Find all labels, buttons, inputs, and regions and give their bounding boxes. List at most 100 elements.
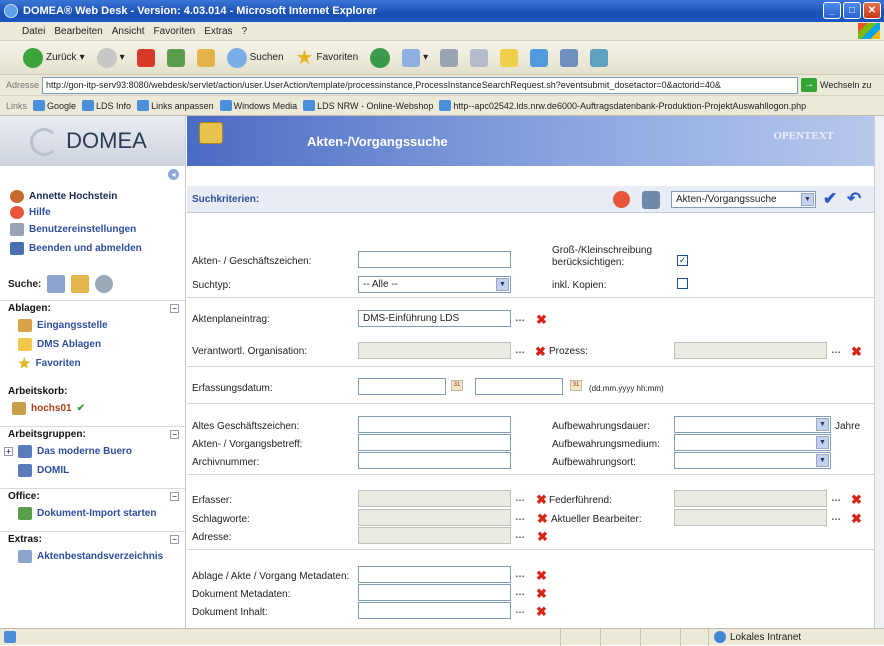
aktenzeichen-input[interactable] [358,251,511,268]
sidebar-item-eingangsstelle[interactable]: Eingangsstelle [0,316,185,335]
messenger-button[interactable] [527,46,551,70]
federfuehrend-clear-icon[interactable]: ✖ [851,493,862,506]
expand-icon[interactable]: + [4,447,13,456]
logout-link[interactable]: Beenden und abmelden [0,239,185,258]
aktenplan-browse-button[interactable]: … [515,313,525,324]
prozess-browse-button[interactable]: … [831,345,841,356]
link-auftragsdatenbank[interactable]: http--apc02542.lds.nrw.de6000-Auftragsda… [439,100,806,111]
search-settings-icon[interactable] [642,191,660,209]
favorites-button[interactable]: ★ Favoriten [293,46,362,70]
link-links-anpassen[interactable]: Links anpassen [137,100,214,111]
betreff-input[interactable] [358,434,511,451]
sidebar-item-dokument-import[interactable]: Dokument-Import starten [0,504,185,523]
sidebar-item-hochs01[interactable]: hochs01 ✔ [0,399,185,418]
aufbewahrungsmedium-select[interactable]: ▼ [674,434,831,451]
adresse-browse-button[interactable]: … [515,530,525,541]
link-windows-media[interactable]: Windows Media [219,100,297,111]
altes-geschaeftszeichen-input[interactable] [358,416,511,433]
close-button[interactable]: ✕ [863,2,881,19]
research-button[interactable] [557,46,581,70]
erfasser-input[interactable] [358,490,511,507]
sidebar-item-das-moderne-buero[interactable]: + Das moderne Buero [0,442,185,461]
mail-button[interactable]: ▾ [399,46,431,70]
erfasser-clear-icon[interactable]: ✖ [536,493,547,506]
user-settings-link[interactable]: Benutzereinstellungen [0,220,185,239]
collapse-icon[interactable]: − [170,430,179,439]
search-folder-icon[interactable] [71,275,90,293]
ablage-metadaten-clear-icon[interactable]: ✖ [536,569,547,582]
collapse-icon[interactable]: − [170,535,179,544]
search-advanced-icon[interactable] [95,275,114,293]
help-link[interactable]: Hilfe [0,204,185,220]
organisation-input[interactable] [358,342,511,359]
collapse-sidebar-icon[interactable]: ◂ [168,169,179,180]
erfasser-browse-button[interactable]: … [515,493,525,504]
adresse-clear-icon[interactable]: ✖ [537,530,548,543]
link-lds-info[interactable]: LDS Info [82,100,131,111]
archivnummer-input[interactable] [358,452,511,469]
schlagworte-input[interactable] [358,509,511,526]
dokument-inhalt-input[interactable] [358,602,511,619]
link-google[interactable]: Google [33,100,76,111]
dokument-inhalt-browse-button[interactable]: … [515,605,525,616]
prozess-clear-icon[interactable]: ✖ [851,345,862,358]
erfassungsdatum-to-input[interactable] [475,378,563,395]
bearbeiter-input[interactable] [674,509,827,526]
forward-button[interactable]: ▾ [94,46,128,70]
ablage-metadaten-input[interactable] [358,566,511,583]
menu-ansicht[interactable]: Ansicht [112,26,145,37]
dokument-inhalt-clear-icon[interactable]: ✖ [536,605,547,618]
erfassungsdatum-from-input[interactable] [358,378,446,395]
calendar-icon[interactable]: 31 [451,380,463,391]
include-copies-checkbox[interactable] [677,278,688,289]
calendar-icon[interactable]: 31 [570,380,582,391]
case-sensitive-checkbox[interactable]: ✓ [677,255,688,266]
dokument-metadaten-clear-icon[interactable]: ✖ [536,587,547,600]
suchtyp-select[interactable]: -- Alle -- ▼ [358,276,511,293]
sidebar-item-aktenbestandsverzeichnis[interactable]: Aktenbestandsverzeichnis [0,547,185,566]
link-lds-webshop[interactable]: LDS NRW - Online-Webshop [303,100,433,111]
bearbeiter-clear-icon[interactable]: ✖ [851,512,862,525]
go-button[interactable]: → Wechseln zu [801,78,871,92]
dokument-metadaten-browse-button[interactable]: … [515,587,525,598]
vertical-scrollbar[interactable] [874,116,884,628]
prozess-input[interactable] [674,342,827,359]
folder-button[interactable] [497,46,521,70]
back-button[interactable]: Zurück ▾ [20,46,88,70]
organisation-browse-button[interactable]: … [515,345,525,356]
edit-button[interactable] [467,46,491,70]
sidebar-item-dms-ablagen[interactable]: DMS Ablagen [0,335,185,354]
execute-search-check-icon[interactable]: ✔ [823,189,837,209]
tools-button[interactable] [587,46,611,70]
search-type-select[interactable]: Akten-/Vorgangssuche ▼ [671,191,816,208]
print-button[interactable] [437,46,461,70]
schlagworte-clear-icon[interactable]: ✖ [537,512,548,525]
organisation-clear-icon[interactable]: ✖ [535,345,546,358]
aufbewahrungsort-select[interactable]: ▼ [674,452,831,469]
collapse-icon[interactable]: − [170,304,179,313]
minimize-button[interactable]: _ [823,2,841,19]
menu-datei[interactable]: Datei [22,26,45,37]
federfuehrend-input[interactable] [674,490,827,507]
bearbeiter-browse-button[interactable]: … [831,512,841,523]
federfuehrend-browse-button[interactable]: … [831,493,841,504]
menu-extras[interactable]: Extras [204,26,232,37]
stop-button[interactable] [134,46,158,70]
aktenplan-clear-icon[interactable]: ✖ [536,313,547,326]
aktenplan-input[interactable]: DMS-Einführung LDS [358,310,511,327]
collapse-icon[interactable]: − [170,492,179,501]
menu-help[interactable]: ? [242,26,248,37]
refresh-button[interactable] [164,46,188,70]
dokument-metadaten-input[interactable] [358,584,511,601]
search-document-icon[interactable] [47,275,66,293]
home-button[interactable] [194,46,218,70]
address-input[interactable]: http://gon-itp-serv93:8080/webdesk/servl… [42,76,799,94]
schlagworte-browse-button[interactable]: … [515,512,525,523]
ablage-metadaten-browse-button[interactable]: … [515,569,525,580]
sidebar-item-favoriten[interactable]: ★ Favoriten [0,354,185,373]
aufbewahrungsdauer-select[interactable]: ▼ [674,416,831,433]
sidebar-item-domil[interactable]: DOMIL [0,461,185,480]
help-icon[interactable] [613,191,630,208]
menu-favoriten[interactable]: Favoriten [154,26,196,37]
reset-undo-icon[interactable]: ↶ [847,189,861,209]
